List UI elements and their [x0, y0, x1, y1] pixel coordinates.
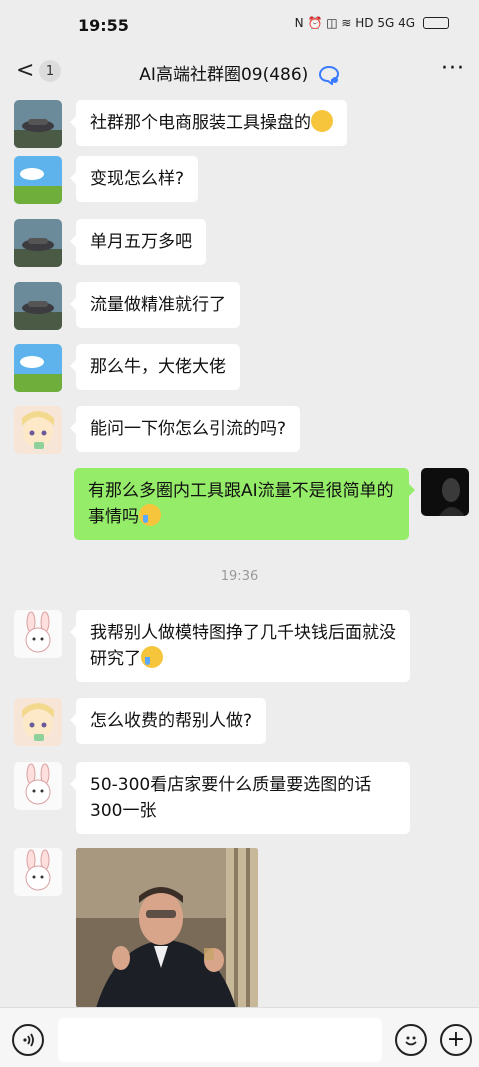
voice-icon[interactable] [12, 1024, 44, 1056]
battery-icon [423, 17, 449, 29]
status-time: 19:55 [78, 15, 129, 35]
message-bubble[interactable]: 社群那个电商服装工具操盘的 [70, 100, 347, 146]
message-bubble-self[interactable]: 有那么多圈内工具跟AI流量不是很简单的事情吗 [74, 468, 415, 540]
input-bar: + [0, 1007, 479, 1067]
chat-header: < 1 AI高端社群圈09(486) ··· [0, 50, 479, 94]
message-text: 有那么多圈内工具跟AI流量不是很简单的事情吗 [88, 481, 394, 527]
smirk-emoji-icon [311, 110, 333, 132]
message-bubble[interactable]: 变现怎么样? [69, 156, 199, 202]
avatar-dark-portrait[interactable] [421, 468, 469, 516]
avatar-car[interactable] [14, 219, 62, 267]
avatar-landscape[interactable] [14, 156, 62, 204]
message-text: 我帮别人做模特图挣了几千块钱后面就没研究了 [90, 623, 396, 669]
crying-emoji-icon [141, 646, 163, 668]
message-bubble[interactable]: 流量做精准就行了 [70, 282, 240, 328]
message-bubble[interactable]: 那么牛，大佬大佬 [70, 344, 240, 390]
message-text: 怎么收费的帮别人做? [90, 711, 253, 731]
avatar-bunny[interactable] [14, 762, 62, 810]
plus-icon[interactable]: + [440, 1024, 472, 1056]
avatar-landscape[interactable] [14, 344, 62, 392]
more-options-icon[interactable]: ··· [441, 56, 465, 81]
message-text: 社群那个电商服装工具操盘的 [90, 113, 311, 133]
message-text: 那么牛，大佬大佬 [90, 357, 226, 377]
avatar-anime-girl[interactable] [14, 698, 62, 746]
emoji-icon[interactable] [395, 1024, 427, 1056]
message-bubble[interactable]: 怎么收费的帮别人做? [69, 698, 267, 744]
message-text: 流量做精准就行了 [90, 295, 226, 315]
status-bar: 19:55 N ⏰ ◫ ≋ HD 5G 4G [0, 0, 479, 50]
status-icons-text: N ⏰ ◫ ≋ HD 5G 4G [294, 16, 415, 30]
chat-bubble-icon [318, 65, 339, 85]
avatar-anime-girl[interactable] [14, 406, 62, 454]
message-text: 变现怎么样? [90, 169, 185, 189]
chat-title[interactable]: AI高端社群圈09(486) [0, 60, 479, 85]
image-message[interactable] [76, 848, 258, 1007]
message-timestamp: 19:36 [220, 569, 259, 584]
message-text: 能问一下你怎么引流的吗? [90, 419, 287, 439]
avatar-bunny[interactable] [14, 848, 62, 896]
avatar-car[interactable] [14, 282, 62, 330]
message-bubble[interactable]: 我帮别人做模特图挣了几千块钱后面就没研究了 [70, 610, 410, 682]
message-input[interactable] [58, 1018, 382, 1062]
avatar-bunny[interactable] [14, 610, 62, 658]
status-icons: N ⏰ ◫ ≋ HD 5G 4G [295, 16, 449, 30]
message-bubble[interactable]: 50-300看店家要什么质量要选图的话300一张 [70, 762, 410, 834]
avatar-car[interactable] [14, 100, 62, 148]
message-bubble[interactable]: 能问一下你怎么引流的吗? [69, 406, 301, 452]
message-bubble[interactable]: 单月五万多吧 [70, 219, 206, 265]
message-text: 50-300看店家要什么质量要选图的话300一张 [90, 775, 372, 821]
chat-title-text: AI高端社群圈09(486) [139, 65, 309, 85]
crying-emoji-icon [139, 504, 161, 526]
message-text: 单月五万多吧 [90, 232, 192, 252]
message-list[interactable]: 社群那个电商服装工具操盘的 变现怎么样? 单月五万多吧 流量做精准就行了 那么牛… [0, 94, 479, 1007]
